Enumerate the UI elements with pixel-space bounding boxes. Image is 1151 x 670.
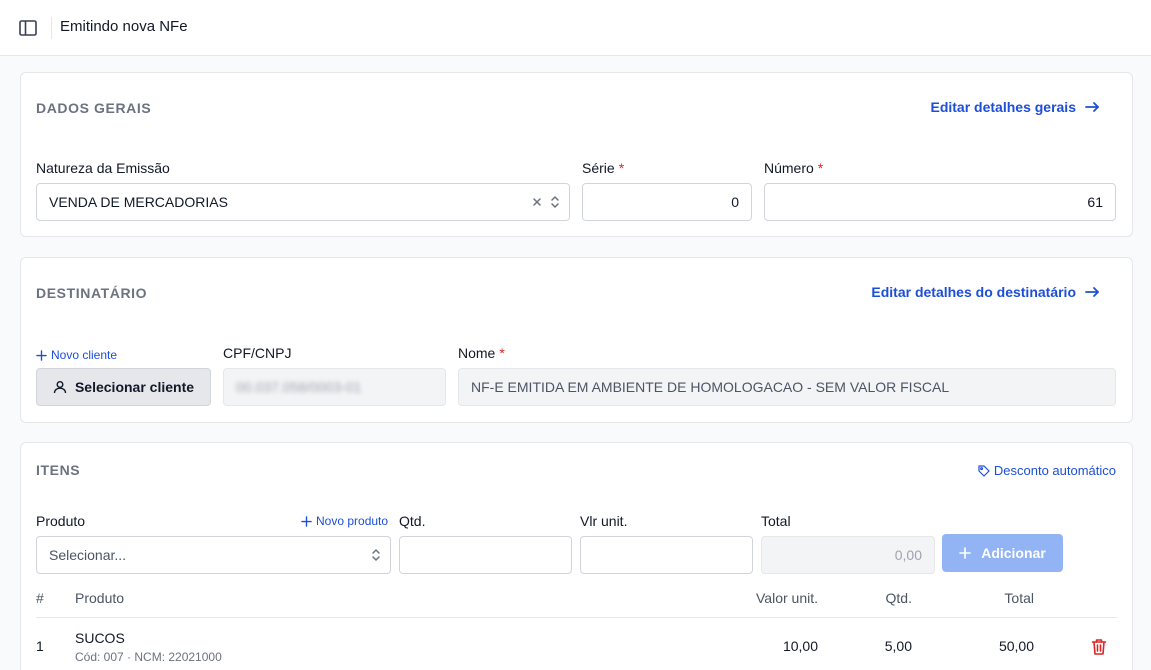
tag-icon xyxy=(978,464,990,477)
numero-input[interactable]: 61 xyxy=(764,183,1116,221)
select-client-label: Selecionar cliente xyxy=(74,379,195,395)
add-item-label: Adicionar xyxy=(981,545,1046,561)
serie-label-text: Série xyxy=(582,160,615,176)
new-client-link[interactable]: Novo cliente xyxy=(36,348,117,362)
row-index: 1 xyxy=(36,638,44,654)
chevron-up-down-icon xyxy=(372,549,380,561)
row-total: 50,00 xyxy=(998,638,1034,654)
numero-label-text: Número xyxy=(764,160,814,176)
produto-select[interactable]: Selecionar... xyxy=(36,536,391,574)
select-client-button[interactable]: Selecionar cliente xyxy=(36,368,211,406)
natureza-select[interactable]: VENDA DE MERCADORIAS xyxy=(36,183,570,221)
row-valor-unit: 10,00 xyxy=(782,638,818,654)
total-label: Total xyxy=(761,513,791,529)
produto-select-icons xyxy=(370,548,382,562)
nome-input: NF-E EMITIDA EM AMBIENTE DE HOMOLOGACAO … xyxy=(458,368,1116,406)
row-product-details: Cód: 007 · NCM: 22021000 xyxy=(75,650,222,664)
add-item-button[interactable]: Adicionar xyxy=(942,534,1063,572)
edit-recipient-details-link[interactable]: Editar detalhes do destinatário xyxy=(871,284,1100,300)
trash-icon[interactable] xyxy=(1091,638,1107,656)
plus-icon xyxy=(301,515,312,527)
serie-label: Série * xyxy=(582,160,624,176)
row-qtd: 5,00 xyxy=(884,638,912,654)
new-product-label: Novo produto xyxy=(316,514,389,528)
new-product-link[interactable]: Novo produto xyxy=(301,514,388,528)
required-marker: * xyxy=(499,345,505,361)
auto-discount-link[interactable]: Desconto automático xyxy=(978,463,1116,478)
serie-input[interactable]: 0 xyxy=(582,183,752,221)
numero-label: Número * xyxy=(764,160,823,176)
table-header-divider xyxy=(36,617,1117,618)
total-value: 0,00 xyxy=(894,547,922,563)
cpf-value: 00.037.058/0003-01 xyxy=(236,379,362,395)
destinatario-card: DESTINATÁRIO Editar detalhes do destinat… xyxy=(20,257,1133,423)
nome-value: NF-E EMITIDA EM AMBIENTE DE HOMOLOGACAO … xyxy=(471,379,950,395)
itens-card: ITENS Desconto automático Produto Novo p… xyxy=(20,442,1133,670)
nome-label: Nome * xyxy=(458,345,505,361)
col-valor-unit: Valor unit. xyxy=(756,590,818,606)
topbar-divider xyxy=(51,17,52,39)
total-input: 0,00 xyxy=(761,536,935,574)
arrow-right-icon xyxy=(1085,102,1099,112)
natureza-value: VENDA DE MERCADORIAS xyxy=(49,194,228,210)
new-client-label: Novo cliente xyxy=(51,348,118,362)
destinatario-title: DESTINATÁRIO xyxy=(36,285,148,301)
page-title: Emitindo nova NFe xyxy=(60,18,188,35)
chevron-up-down-icon xyxy=(551,196,559,208)
natureza-label: Natureza da Emissão xyxy=(36,160,170,176)
col-qtd: Qtd. xyxy=(885,590,912,606)
top-bar: Emitindo nova NFe xyxy=(0,0,1151,56)
serie-value: 0 xyxy=(731,194,739,210)
auto-discount-label: Desconto automático xyxy=(993,463,1116,478)
vlr-unit-input[interactable] xyxy=(580,536,753,574)
required-marker: * xyxy=(618,160,625,176)
produto-placeholder: Selecionar... xyxy=(49,547,127,563)
sidebar-toggle-icon[interactable] xyxy=(17,17,39,39)
col-index: # xyxy=(36,590,44,606)
col-produto: Produto xyxy=(75,590,125,606)
nome-label-text: Nome xyxy=(458,345,496,361)
plus-icon xyxy=(959,547,972,559)
edit-recipient-details-label: Editar detalhes do destinatário xyxy=(871,284,1076,300)
edit-general-details-label: Editar detalhes gerais xyxy=(930,99,1076,115)
numero-value: 61 xyxy=(1087,194,1103,210)
user-icon xyxy=(53,381,67,394)
row-product-name: SUCOS xyxy=(75,630,125,646)
vlr-unit-label: Vlr unit. xyxy=(580,513,628,529)
dados-gerais-title: DADOS GERAIS xyxy=(36,100,152,116)
cpf-input: 00.037.058/0003-01 xyxy=(223,368,446,406)
edit-general-details-link[interactable]: Editar detalhes gerais xyxy=(930,99,1100,115)
produto-label: Produto xyxy=(36,513,86,529)
col-total: Total xyxy=(1004,590,1034,606)
arrow-right-icon xyxy=(1085,287,1099,297)
qtd-input[interactable] xyxy=(399,536,572,574)
qtd-label: Qtd. xyxy=(399,513,426,529)
plus-icon xyxy=(36,349,47,361)
itens-title: ITENS xyxy=(36,462,81,478)
natureza-select-icons xyxy=(531,195,561,209)
cpf-label: CPF/CNPJ xyxy=(223,345,292,361)
dados-gerais-card: DADOS GERAIS Editar detalhes gerais Natu… xyxy=(20,72,1133,237)
close-icon[interactable] xyxy=(531,195,543,209)
required-marker: * xyxy=(817,160,824,176)
